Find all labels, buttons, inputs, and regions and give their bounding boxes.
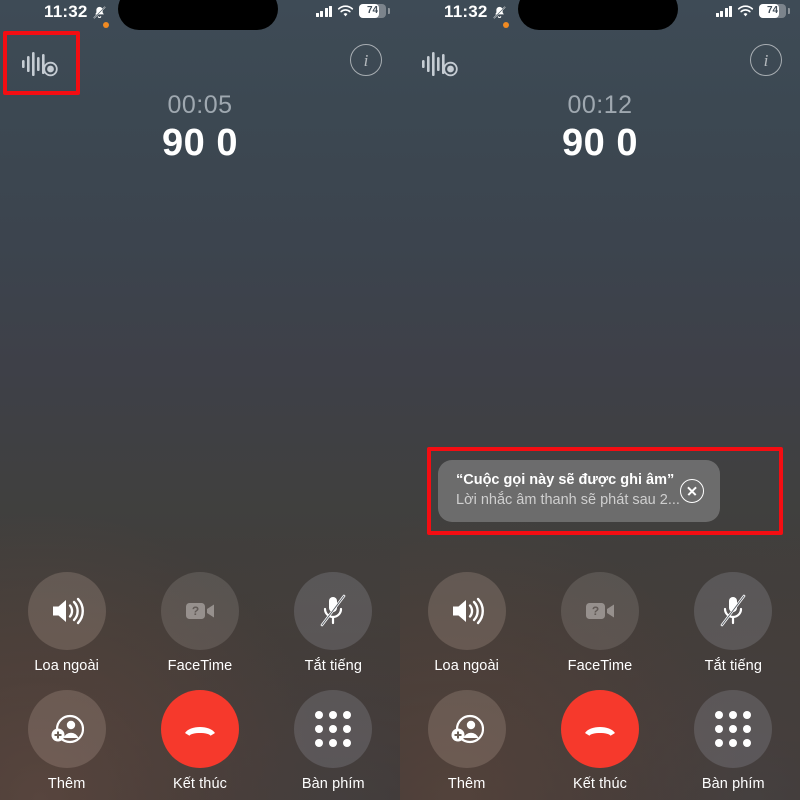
control-keypad[interactable]: Bàn phím [667, 690, 800, 792]
speaker-icon [452, 597, 484, 625]
recording-toast-subtitle: Lời nhắc âm thanh sẽ phát sau 2... [456, 492, 680, 508]
status-bar-right: 11:32 74 [400, 0, 800, 30]
bell-muted-icon [92, 5, 106, 19]
call-screen-left: 11:32 74 i 00:05 90 0 Loa ngoài ? FaceTi… [0, 0, 400, 800]
call-screen-right: 11:32 74 i 00:12 90 0 “Cuộc gọi này sẽ đ… [400, 0, 800, 800]
mic-muted-icon [721, 594, 746, 627]
call-number: 90 0 [162, 122, 238, 164]
status-bar-right-group: 74 [315, 4, 390, 18]
status-bar-left-group: 11:32 [444, 2, 507, 22]
status-time: 11:32 [444, 2, 488, 21]
control-speaker[interactable]: Loa ngoài [0, 572, 133, 674]
battery-percent: 74 [366, 5, 379, 16]
add-contact-icon [51, 714, 84, 744]
cellular-signal-icon [315, 5, 332, 17]
speaker-icon [52, 597, 84, 625]
call-info-left: 00:05 90 0 [0, 90, 400, 166]
info-icon[interactable]: i [750, 44, 782, 76]
control-label: FaceTime [567, 658, 633, 674]
control-add-call[interactable]: Thêm [400, 690, 533, 792]
recording-indicator-dot [503, 22, 509, 28]
call-duration: 00:05 [167, 91, 233, 119]
facetime-video-icon: ? [585, 603, 614, 619]
facetime-button[interactable]: ? [160, 572, 239, 650]
close-circle-icon[interactable] [680, 479, 704, 503]
keypad-icon [715, 711, 752, 747]
call-recording-waveform-icon[interactable] [18, 44, 62, 84]
call-duration: 00:12 [567, 91, 633, 119]
svg-text:?: ? [192, 604, 199, 618]
control-label: Tắt tiếng [304, 658, 362, 674]
control-mute[interactable]: Tắt tiếng [267, 572, 400, 674]
call-info-right: 00:12 90 0 [400, 90, 800, 166]
screenshot-stage: 11:32 74 i 00:05 90 0 Loa ngoài ? FaceTi… [0, 0, 800, 800]
keypad-icon [315, 711, 352, 747]
cellular-signal-icon [715, 5, 732, 17]
control-label: Kết thúc [572, 776, 627, 792]
add-call-button[interactable] [427, 690, 506, 768]
battery-cap [787, 8, 790, 14]
call-controls-left: Loa ngoài ? FaceTime Tắt tiếng Thêm Kết … [0, 572, 400, 792]
control-facetime[interactable]: ? FaceTime [133, 572, 266, 674]
call-controls-right: Loa ngoài ? FaceTime Tắt tiếng Thêm Kết … [400, 572, 800, 792]
control-end-call[interactable]: Kết thúc [133, 690, 266, 792]
control-speaker[interactable]: Loa ngoài [400, 572, 533, 674]
control-label: Bàn phím [701, 776, 765, 792]
control-label: Kết thúc [172, 776, 227, 792]
control-end-call[interactable]: Kết thúc [533, 690, 666, 792]
end-call-icon [584, 727, 615, 736]
status-time: 11:32 [44, 2, 88, 21]
keypad-button[interactable] [694, 690, 773, 768]
control-keypad[interactable]: Bàn phím [267, 690, 400, 792]
control-add-call[interactable]: Thêm [0, 690, 133, 792]
call-number: 90 0 [562, 122, 638, 164]
info-glyph: i [363, 50, 369, 70]
info-icon[interactable]: i [350, 44, 382, 76]
dynamic-island [118, 0, 278, 30]
control-label: Bàn phím [301, 776, 365, 792]
control-label: Loa ngoài [434, 658, 499, 674]
add-contact-icon [451, 714, 484, 744]
dynamic-island [518, 0, 678, 30]
call-recording-waveform-icon[interactable] [418, 44, 462, 84]
end-call-button[interactable] [160, 690, 239, 768]
svg-text:?: ? [592, 604, 599, 618]
battery-cap [387, 8, 390, 14]
mute-button[interactable] [294, 572, 373, 650]
control-mute[interactable]: Tắt tiếng [667, 572, 800, 674]
recording-toast-title: “Cuộc gọi này sẽ được ghi âm” [456, 472, 675, 489]
control-label: Thêm [47, 776, 86, 792]
battery-percent: 74 [766, 5, 779, 16]
info-glyph: i [763, 50, 769, 70]
control-label: Tắt tiếng [704, 658, 762, 674]
recording-toast: “Cuộc gọi này sẽ được ghi âm” Lời nhắc â… [438, 460, 720, 522]
battery-indicator: 74 [759, 4, 790, 18]
control-facetime[interactable]: ? FaceTime [533, 572, 666, 674]
battery-indicator: 74 [359, 4, 390, 18]
recording-toast-text: “Cuộc gọi này sẽ được ghi âm” Lời nhắc â… [438, 471, 680, 510]
add-call-button[interactable] [27, 690, 106, 768]
facetime-video-icon: ? [185, 603, 214, 619]
end-call-button[interactable] [560, 690, 639, 768]
bell-muted-icon [492, 5, 506, 19]
end-call-icon [184, 727, 215, 736]
control-label: FaceTime [167, 658, 233, 674]
control-label: Thêm [447, 776, 486, 792]
mute-button[interactable] [694, 572, 773, 650]
mic-muted-icon [321, 594, 346, 627]
control-label: Loa ngoài [34, 658, 99, 674]
status-bar-left-group: 11:32 [44, 2, 107, 22]
recording-indicator-dot [103, 22, 109, 28]
wifi-icon [737, 4, 754, 16]
keypad-button[interactable] [294, 690, 373, 768]
speaker-button[interactable] [27, 572, 106, 650]
wifi-icon [337, 4, 354, 16]
facetime-button[interactable]: ? [560, 572, 639, 650]
status-bar-right-group: 74 [715, 4, 790, 18]
speaker-button[interactable] [427, 572, 506, 650]
status-bar-left: 11:32 74 [0, 0, 400, 30]
